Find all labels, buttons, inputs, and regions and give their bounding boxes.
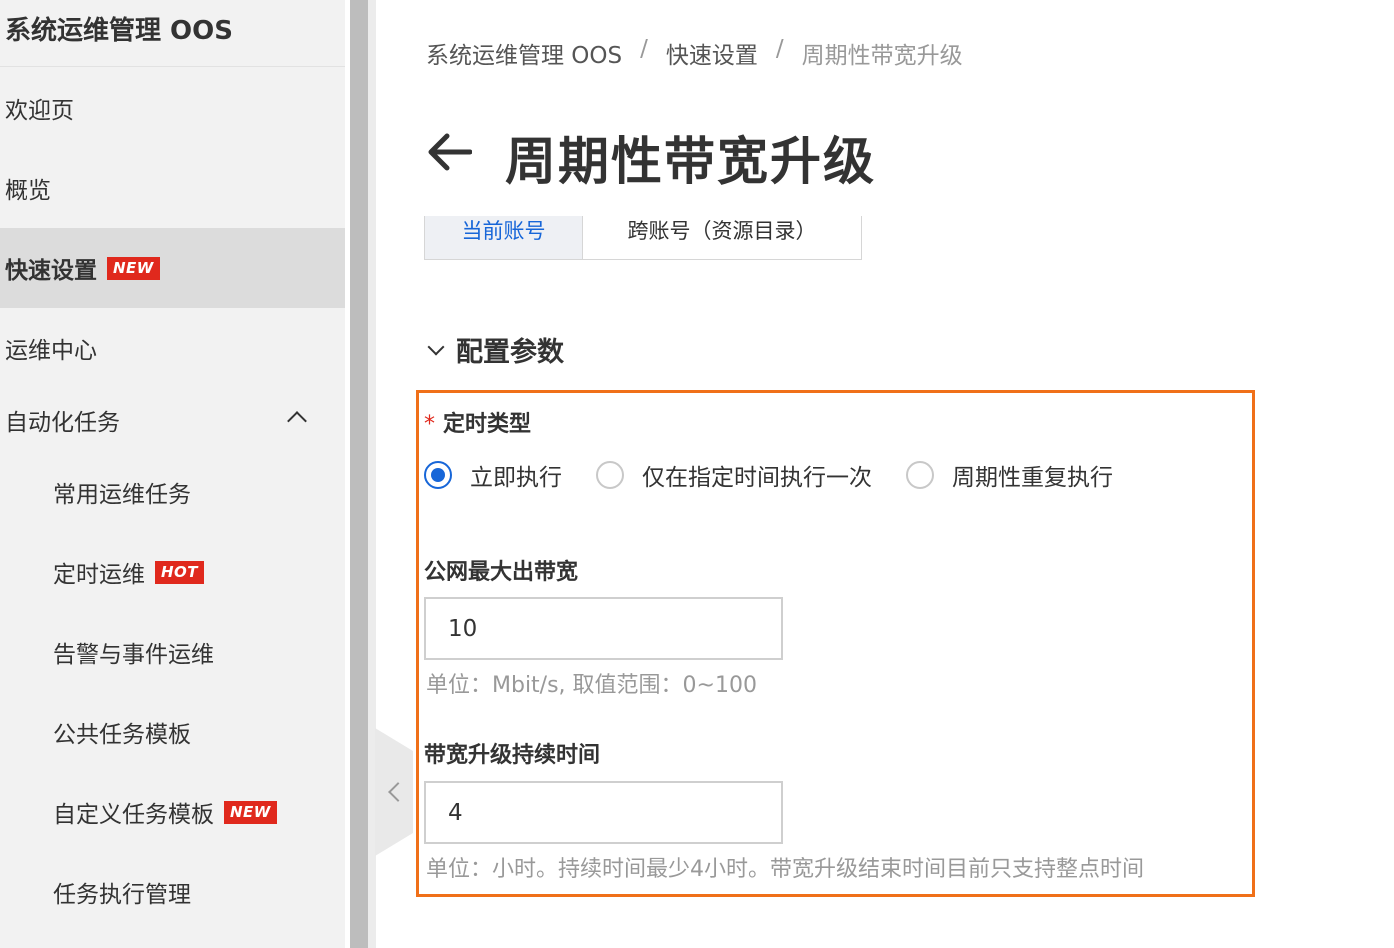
sidebar-item-custom-templates[interactable]: 自定义任务模板 NEW — [0, 772, 345, 852]
radio-once[interactable]: 仅在指定时间执行一次 — [596, 458, 872, 492]
sidebar-item-label: 自定义任务模板 — [53, 802, 214, 828]
sidebar-scrollbar[interactable] — [350, 0, 368, 948]
sidebar-item-label: 告警与事件运维 — [53, 642, 214, 668]
sidebar-item-execution-management[interactable]: 任务执行管理 — [0, 852, 345, 932]
max-bandwidth-label: 公网最大出带宽 — [424, 560, 579, 585]
sidebar-item-label: 自动化任务 — [5, 410, 120, 436]
duration-label: 带宽升级持续时间 — [424, 743, 601, 768]
max-bandwidth-help: 单位：Mbit/s, 取值范围：0~100 — [426, 673, 757, 698]
radio-label: 立即执行 — [470, 465, 562, 491]
sidebar-item-automation-tasks[interactable]: 自动化任务 — [0, 380, 345, 460]
chevron-left-icon — [388, 782, 408, 802]
required-mark: * — [424, 412, 435, 437]
sidebar-item-label: 欢迎页 — [5, 98, 74, 124]
breadcrumb-separator: / — [775, 36, 784, 62]
back-arrow-icon[interactable] — [426, 132, 472, 172]
sidebar: 系统运维管理 OOS 欢迎页 概览 快速设置 NEW 运维中心 自动化任务 常用… — [0, 0, 345, 948]
sidebar-item-ops-center[interactable]: 运维中心 — [0, 308, 345, 388]
tab-label: 跨账号（资源目录） — [627, 219, 817, 243]
radio-checked-icon[interactable] — [424, 461, 452, 489]
tab-current-account[interactable]: 当前账号 — [425, 216, 583, 259]
tab-label: 当前账号 — [461, 219, 546, 243]
breadcrumb-item-oos[interactable]: 系统运维管理 OOS — [426, 36, 622, 70]
sidebar-border — [368, 0, 376, 948]
radio-label: 仅在指定时间执行一次 — [642, 465, 872, 491]
breadcrumb-item-current: 周期性带宽升级 — [801, 43, 963, 69]
sidebar-item-label: 概览 — [5, 178, 51, 204]
page-title: 周期性带宽升级 — [505, 133, 877, 192]
chevron-up-icon — [287, 411, 307, 431]
schedule-type-label-text: 定时类型 — [443, 412, 532, 437]
sidebar-item-label: 公共任务模板 — [53, 722, 191, 748]
sidebar-item-quick-setup[interactable]: 快速设置 NEW — [0, 228, 345, 308]
sidebar-item-label: 任务执行管理 — [53, 882, 191, 908]
duration-input[interactable] — [424, 781, 783, 844]
schedule-type-radio-group: 立即执行 仅在指定时间执行一次 周期性重复执行 — [424, 458, 1147, 492]
sidebar-item-label: 运维中心 — [5, 338, 97, 364]
account-tabs: 当前账号 跨账号（资源目录） — [424, 216, 864, 262]
breadcrumb-separator: / — [640, 36, 648, 62]
radio-unchecked-icon[interactable] — [906, 461, 934, 489]
section-header-config-params[interactable]: 配置参数 — [426, 330, 564, 369]
section-title: 配置参数 — [456, 337, 564, 368]
sidebar-item-common-tasks[interactable]: 常用运维任务 — [0, 452, 345, 532]
sidebar-divider — [0, 66, 345, 67]
breadcrumb-item-quick-setup[interactable]: 快速设置 — [666, 36, 758, 70]
sidebar-item-label: 快速设置 — [5, 258, 97, 284]
sidebar-item-public-templates[interactable]: 公共任务模板 — [0, 692, 345, 772]
sidebar-item-welcome[interactable]: 欢迎页 — [0, 68, 345, 148]
sidebar-item-overview[interactable]: 概览 — [0, 148, 345, 228]
radio-recurring[interactable]: 周期性重复执行 — [906, 458, 1113, 492]
sidebar-item-label: 定时运维 — [53, 562, 145, 588]
radio-label: 周期性重复执行 — [952, 465, 1113, 491]
sidebar-item-alert-event-ops[interactable]: 告警与事件运维 — [0, 612, 345, 692]
sidebar-title: 系统运维管理 OOS — [5, 16, 233, 46]
new-badge: NEW — [107, 256, 160, 280]
max-bandwidth-input[interactable] — [424, 597, 783, 660]
sidebar-collapse-handle[interactable] — [375, 728, 413, 856]
sidebar-item-scheduled-ops[interactable]: 定时运维 HOT — [0, 532, 345, 612]
breadcrumb: 系统运维管理 OOS / 快速设置 / 周期性带宽升级 — [426, 36, 963, 70]
chevron-down-icon — [427, 338, 445, 355]
hot-badge: HOT — [155, 560, 205, 584]
radio-immediate[interactable]: 立即执行 — [424, 458, 562, 492]
schedule-type-label: * 定时类型 — [424, 406, 531, 438]
new-badge: NEW — [224, 800, 277, 824]
tab-cross-account[interactable]: 跨账号（资源目录） — [583, 216, 861, 259]
radio-unchecked-icon[interactable] — [596, 461, 624, 489]
sidebar-item-label: 常用运维任务 — [53, 482, 191, 508]
duration-help: 单位：小时。持续时间最少4小时。带宽升级结束时间目前只支持整点时间 — [426, 857, 1144, 882]
